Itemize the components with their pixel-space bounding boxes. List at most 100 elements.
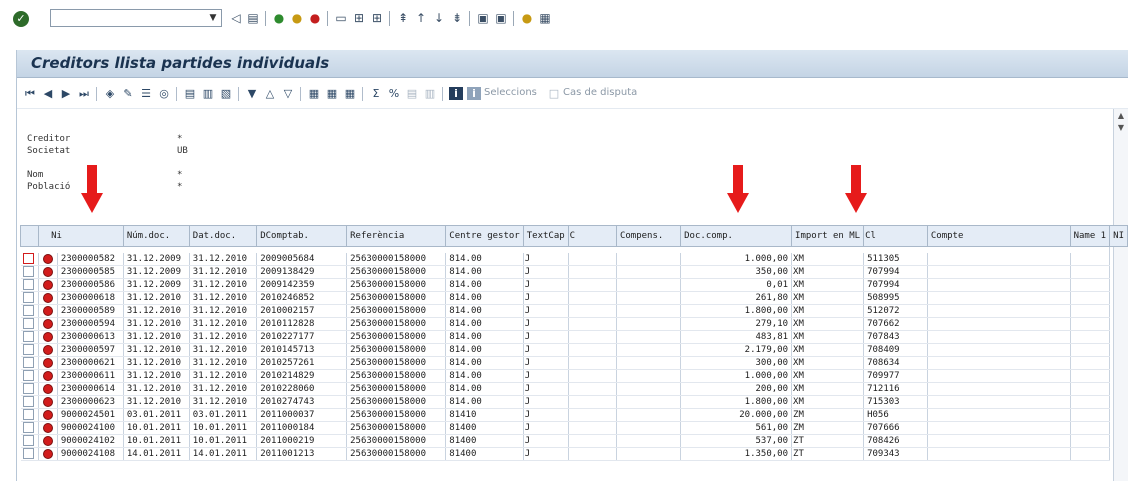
copy-icon[interactable]: ▥ [201, 87, 215, 100]
cell-num-doc[interactable]: 2300000597 [57, 343, 124, 357]
selections-button[interactable]: Seleccions [484, 87, 537, 98]
command-field[interactable]: ▼ [50, 9, 222, 27]
row-select-checkbox[interactable] [22, 279, 34, 290]
table-row[interactable]: 9000024501 03.01.2011 03.01.2011 2011000037… [20, 408, 1128, 422]
col-header-num-doc[interactable]: Núm.doc. [122, 225, 190, 247]
find-icon[interactable]: ⊞ [352, 11, 366, 25]
col-header-c[interactable]: C [567, 225, 617, 247]
export-icon[interactable]: ▤ [405, 87, 419, 100]
col-header-name-1[interactable]: Name 1 [1069, 225, 1111, 247]
subtotal-icon[interactable]: % [387, 87, 401, 100]
back-arrow-icon[interactable]: ◁ [229, 11, 243, 25]
cell-num-doc[interactable]: 2300000589 [57, 304, 124, 318]
scroll-up-icon[interactable]: ▲ [1116, 111, 1126, 121]
cell-num-doc[interactable]: 2300000618 [57, 291, 124, 305]
cell-num-doc[interactable]: 9000024100 [57, 421, 124, 435]
row-select-checkbox[interactable] [22, 331, 34, 342]
row-select-checkbox[interactable] [22, 448, 34, 459]
row-select-cell[interactable] [20, 317, 40, 331]
next-item-icon[interactable]: ▶ [59, 87, 73, 100]
layout-icon[interactable]: ▦ [307, 87, 321, 100]
shortcut-icon[interactable]: ▣ [494, 11, 508, 25]
row-select-cell[interactable] [20, 253, 40, 266]
table-row[interactable]: 9000024100 10.01.2011 10.01.2011 2011000184… [20, 421, 1128, 435]
info-icon[interactable]: i [449, 87, 463, 100]
layout-icon[interactable]: ▦ [538, 11, 552, 25]
row-select-checkbox[interactable] [22, 292, 34, 303]
row-select-cell[interactable] [20, 356, 40, 370]
cell-num-doc[interactable]: 9000024102 [57, 434, 124, 448]
sort-descending-icon[interactable]: ▽ [281, 87, 295, 100]
command-dropdown-icon[interactable]: ▼ [205, 10, 221, 26]
filter-icon[interactable]: ▼ [245, 87, 259, 100]
change-layout-icon[interactable]: ▦ [325, 87, 339, 100]
scroll-down-icon[interactable]: ▼ [1116, 123, 1126, 133]
col-header-referencia[interactable]: Referència [346, 225, 447, 247]
table-row[interactable]: 2300000594 31.12.2010 31.12.2010 2010112828… [20, 317, 1128, 331]
cell-num-doc[interactable]: 2300000614 [57, 382, 124, 396]
row-select-cell[interactable] [20, 382, 40, 396]
row-select-checkbox[interactable] [22, 318, 34, 329]
cell-num-doc[interactable]: 2300000613 [57, 330, 124, 344]
row-select-checkbox[interactable] [22, 435, 34, 446]
spreadsheet-icon[interactable]: ▥ [423, 87, 437, 100]
cell-num-doc[interactable]: 2300000621 [57, 356, 124, 370]
dispute-case-icon[interactable]: □ [547, 87, 561, 100]
row-select-cell[interactable] [20, 343, 40, 357]
new-session-icon[interactable]: ▣ [476, 11, 490, 25]
row-select-cell[interactable] [20, 330, 40, 344]
print-icon[interactable]: ▭ [334, 11, 348, 25]
table-row[interactable]: 2300000613 31.12.2010 31.12.2010 2010227177… [20, 330, 1128, 344]
col-header-dat-doc[interactable]: Dat.doc. [188, 225, 258, 247]
find-next-icon[interactable]: ⊞ [370, 11, 384, 25]
row-select-cell[interactable] [20, 278, 40, 292]
col-header-textcap[interactable]: TextCap [522, 225, 569, 247]
edit-icon[interactable]: ✎ [121, 87, 135, 100]
dispute-case-button[interactable]: Cas de disputa [563, 87, 637, 98]
save-icon[interactable]: ▤ [246, 11, 260, 25]
row-select-checkbox[interactable] [22, 253, 34, 264]
row-select-cell[interactable] [20, 369, 40, 383]
table-row[interactable]: 2300000618 31.12.2010 31.12.2010 2010246852… [20, 291, 1128, 305]
row-select-checkbox[interactable] [22, 266, 34, 277]
sort-ascending-icon[interactable]: △ [263, 87, 277, 100]
row-select-cell[interactable] [20, 304, 40, 318]
col-header-cl[interactable]: Cl [863, 225, 928, 247]
col-header-doc-comp[interactable]: Doc.comp. [680, 225, 793, 247]
col-header-compte[interactable]: Compte [926, 225, 1071, 247]
selection-icon[interactable]: ◎ [157, 87, 171, 100]
cell-num-doc[interactable]: 9000024108 [57, 447, 124, 461]
first-item-icon[interactable]: ⏮ [23, 87, 37, 100]
col-header-centre-gestor[interactable]: Centre gestor [445, 225, 524, 247]
previous-item-icon[interactable]: ◀ [41, 87, 55, 100]
row-select-checkbox[interactable] [22, 383, 34, 394]
row-select-checkbox[interactable] [22, 409, 34, 420]
row-select-cell[interactable] [20, 395, 40, 409]
table-row[interactable]: 2300000585 31.12.2009 31.12.2010 2009138429… [20, 265, 1128, 279]
first-page-icon[interactable]: ⇞ [396, 11, 410, 25]
row-select-checkbox[interactable] [22, 370, 34, 381]
table-row[interactable]: 2300000621 31.12.2010 31.12.2010 2010257261… [20, 356, 1128, 370]
row-select-cell[interactable] [20, 265, 40, 279]
next-page-icon[interactable]: ↓ [432, 11, 446, 25]
table-row[interactable]: 9000024102 10.01.2011 10.01.2011 2011000219… [20, 434, 1128, 448]
col-header-import-en-ml[interactable]: Import en ML [791, 225, 865, 247]
row-select-cell[interactable] [20, 408, 40, 422]
last-item-icon[interactable]: ⏭ [77, 87, 91, 100]
sum-icon[interactable]: Σ [369, 87, 383, 100]
table-row[interactable]: 2300000589 31.12.2010 31.12.2010 2010002157… [20, 304, 1128, 318]
last-page-icon[interactable]: ⇟ [450, 11, 464, 25]
cell-num-doc[interactable]: 2300000582 [57, 253, 124, 266]
col-header-ni[interactable]: Ni [38, 225, 124, 247]
table-row[interactable]: 2300000623 31.12.2010 31.12.2010 2010274743… [20, 395, 1128, 409]
table-row[interactable]: 9000024108 14.01.2011 14.01.2011 2011001213… [20, 447, 1128, 461]
save-layout-icon[interactable]: ▦ [343, 87, 357, 100]
table-row[interactable]: 2300000614 31.12.2010 31.12.2010 2010228060… [20, 382, 1128, 396]
row-select-checkbox[interactable] [22, 396, 34, 407]
selections-icon[interactable]: i [467, 87, 481, 100]
cancel-icon[interactable]: ● [308, 11, 322, 25]
document-icon[interactable]: ▤ [183, 87, 197, 100]
prev-page-icon[interactable]: ↑ [414, 11, 428, 25]
select-column-header[interactable] [19, 225, 40, 247]
details-icon[interactable]: ▧ [219, 87, 233, 100]
